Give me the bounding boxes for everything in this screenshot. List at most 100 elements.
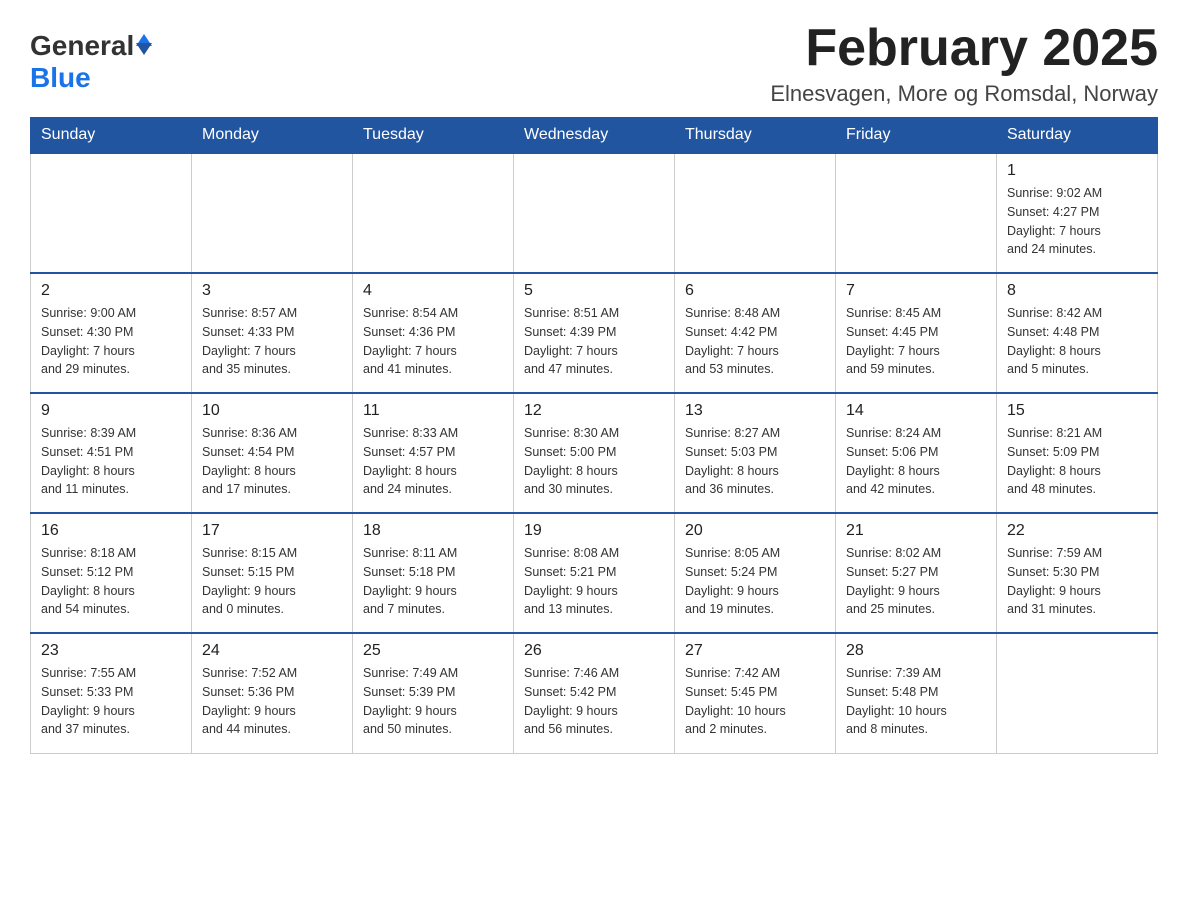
- col-thursday: Thursday: [675, 118, 836, 154]
- day-info: Sunrise: 7:39 AM Sunset: 5:48 PM Dayligh…: [846, 664, 986, 739]
- table-row: 27 Sunrise: 7:42 AM Sunset: 5:45 PM Dayli…: [675, 633, 836, 753]
- day-number: 6: [685, 282, 825, 300]
- week-row-2: 9 Sunrise: 8:39 AM Sunset: 4:51 PM Daylig…: [31, 393, 1158, 513]
- day-number: 2: [41, 282, 181, 300]
- table-row: [514, 153, 675, 273]
- day-info: Sunrise: 8:48 AM Sunset: 4:42 PM Dayligh…: [685, 304, 825, 379]
- table-row: [836, 153, 997, 273]
- day-number: 23: [41, 642, 181, 660]
- table-row: 11 Sunrise: 8:33 AM Sunset: 4:57 PM Dayli…: [353, 393, 514, 513]
- day-info: Sunrise: 9:02 AM Sunset: 4:27 PM Dayligh…: [1007, 184, 1147, 259]
- day-number: 3: [202, 282, 342, 300]
- table-row: 10Sunrise: 8:36 AM Sunset: 4:54 PM Dayli…: [192, 393, 353, 513]
- day-number: 18: [363, 522, 503, 540]
- table-row: 12Sunrise: 8:30 AM Sunset: 5:00 PM Dayli…: [514, 393, 675, 513]
- day-number: 16: [41, 522, 181, 540]
- day-number: 21: [846, 522, 986, 540]
- table-row: 2 Sunrise: 9:00 AM Sunset: 4:30 PM Daylig…: [31, 273, 192, 393]
- day-info: Sunrise: 8:54 AM Sunset: 4:36 PM Dayligh…: [363, 304, 503, 379]
- header: General Blue February 2025 Elnesvagen, M…: [30, 20, 1158, 107]
- table-row: 14 Sunrise: 8:24 AM Sunset: 5:06 PM Dayli…: [836, 393, 997, 513]
- day-number: 22: [1007, 522, 1147, 540]
- col-monday: Monday: [192, 118, 353, 154]
- table-row: [675, 153, 836, 273]
- day-info: Sunrise: 8:51 AM Sunset: 4:39 PM Dayligh…: [524, 304, 664, 379]
- week-row-1: 2 Sunrise: 9:00 AM Sunset: 4:30 PM Daylig…: [31, 273, 1158, 393]
- logo-general-text: General: [30, 30, 134, 62]
- table-row: 23 Sunrise: 7:55 AM Sunset: 5:33 PM Dayli…: [31, 633, 192, 753]
- location-title: Elnesvagen, More og Romsdal, Norway: [770, 81, 1158, 107]
- day-info: Sunrise: 8:18 AM Sunset: 5:12 PM Dayligh…: [41, 544, 181, 619]
- table-row: 1Sunrise: 9:02 AM Sunset: 4:27 PM Daylig…: [997, 153, 1158, 273]
- table-row: 25 Sunrise: 7:49 AM Sunset: 5:39 PM Dayli…: [353, 633, 514, 753]
- day-info: Sunrise: 7:49 AM Sunset: 5:39 PM Dayligh…: [363, 664, 503, 739]
- day-info: Sunrise: 9:00 AM Sunset: 4:30 PM Dayligh…: [41, 304, 181, 379]
- logo-icon: [136, 34, 152, 55]
- arrow-down-icon: [136, 43, 152, 55]
- day-info: Sunrise: 8:02 AM Sunset: 5:27 PM Dayligh…: [846, 544, 986, 619]
- day-number: 5: [524, 282, 664, 300]
- day-info: Sunrise: 8:21 AM Sunset: 5:09 PM Dayligh…: [1007, 424, 1147, 499]
- day-number: 4: [363, 282, 503, 300]
- table-row: 7 Sunrise: 8:45 AM Sunset: 4:45 PM Daylig…: [836, 273, 997, 393]
- day-info: Sunrise: 8:05 AM Sunset: 5:24 PM Dayligh…: [685, 544, 825, 619]
- day-number: 14: [846, 402, 986, 420]
- table-row: 17 Sunrise: 8:15 AM Sunset: 5:15 PM Dayli…: [192, 513, 353, 633]
- day-info: Sunrise: 8:24 AM Sunset: 5:06 PM Dayligh…: [846, 424, 986, 499]
- table-row: 26 Sunrise: 7:46 AM Sunset: 5:42 PM Dayli…: [514, 633, 675, 753]
- table-row: 24Sunrise: 7:52 AM Sunset: 5:36 PM Dayli…: [192, 633, 353, 753]
- day-number: 15: [1007, 402, 1147, 420]
- table-row: [192, 153, 353, 273]
- day-number: 17: [202, 522, 342, 540]
- day-number: 28: [846, 642, 986, 660]
- day-number: 13: [685, 402, 825, 420]
- day-info: Sunrise: 8:33 AM Sunset: 4:57 PM Dayligh…: [363, 424, 503, 499]
- table-row: 3 Sunrise: 8:57 AM Sunset: 4:33 PM Daylig…: [192, 273, 353, 393]
- col-sunday: Sunday: [31, 118, 192, 154]
- day-number: 25: [363, 642, 503, 660]
- week-row-0: 1Sunrise: 9:02 AM Sunset: 4:27 PM Daylig…: [31, 153, 1158, 273]
- day-number: 9: [41, 402, 181, 420]
- table-row: 16 Sunrise: 8:18 AM Sunset: 5:12 PM Dayli…: [31, 513, 192, 633]
- table-row: 28 Sunrise: 7:39 AM Sunset: 5:48 PM Dayli…: [836, 633, 997, 753]
- table-row: 21 Sunrise: 8:02 AM Sunset: 5:27 PM Dayli…: [836, 513, 997, 633]
- day-number: 11: [363, 402, 503, 420]
- logo-blue-text: Blue: [30, 62, 91, 93]
- table-row: [31, 153, 192, 273]
- day-info: Sunrise: 8:27 AM Sunset: 5:03 PM Dayligh…: [685, 424, 825, 499]
- day-number: 10: [202, 402, 342, 420]
- col-friday: Friday: [836, 118, 997, 154]
- week-row-3: 16 Sunrise: 8:18 AM Sunset: 5:12 PM Dayli…: [31, 513, 1158, 633]
- day-info: Sunrise: 8:42 AM Sunset: 4:48 PM Dayligh…: [1007, 304, 1147, 379]
- day-number: 26: [524, 642, 664, 660]
- day-info: Sunrise: 8:08 AM Sunset: 5:21 PM Dayligh…: [524, 544, 664, 619]
- month-title: February 2025: [770, 20, 1158, 77]
- table-row: 5 Sunrise: 8:51 AM Sunset: 4:39 PM Daylig…: [514, 273, 675, 393]
- table-row: 4 Sunrise: 8:54 AM Sunset: 4:36 PM Daylig…: [353, 273, 514, 393]
- table-row: 8 Sunrise: 8:42 AM Sunset: 4:48 PM Daylig…: [997, 273, 1158, 393]
- day-info: Sunrise: 8:45 AM Sunset: 4:45 PM Dayligh…: [846, 304, 986, 379]
- day-info: Sunrise: 7:42 AM Sunset: 5:45 PM Dayligh…: [685, 664, 825, 739]
- day-info: Sunrise: 8:15 AM Sunset: 5:15 PM Dayligh…: [202, 544, 342, 619]
- calendar-table: Sunday Monday Tuesday Wednesday Thursday…: [30, 117, 1158, 754]
- table-row: 13 Sunrise: 8:27 AM Sunset: 5:03 PM Dayli…: [675, 393, 836, 513]
- table-row: 19Sunrise: 8:08 AM Sunset: 5:21 PM Dayli…: [514, 513, 675, 633]
- day-info: Sunrise: 7:59 AM Sunset: 5:30 PM Dayligh…: [1007, 544, 1147, 619]
- day-info: Sunrise: 8:57 AM Sunset: 4:33 PM Dayligh…: [202, 304, 342, 379]
- table-row: 9 Sunrise: 8:39 AM Sunset: 4:51 PM Daylig…: [31, 393, 192, 513]
- col-tuesday: Tuesday: [353, 118, 514, 154]
- day-info: Sunrise: 8:39 AM Sunset: 4:51 PM Dayligh…: [41, 424, 181, 499]
- day-number: 7: [846, 282, 986, 300]
- logo: General Blue: [30, 30, 152, 94]
- day-number: 8: [1007, 282, 1147, 300]
- table-row: 22 Sunrise: 7:59 AM Sunset: 5:30 PM Dayli…: [997, 513, 1158, 633]
- col-saturday: Saturday: [997, 118, 1158, 154]
- day-info: Sunrise: 7:46 AM Sunset: 5:42 PM Dayligh…: [524, 664, 664, 739]
- week-row-4: 23 Sunrise: 7:55 AM Sunset: 5:33 PM Dayli…: [31, 633, 1158, 753]
- day-number: 27: [685, 642, 825, 660]
- day-number: 20: [685, 522, 825, 540]
- table-row: 15 Sunrise: 8:21 AM Sunset: 5:09 PM Dayli…: [997, 393, 1158, 513]
- day-info: Sunrise: 7:55 AM Sunset: 5:33 PM Dayligh…: [41, 664, 181, 739]
- day-number: 24: [202, 642, 342, 660]
- days-of-week-row: Sunday Monday Tuesday Wednesday Thursday…: [31, 118, 1158, 154]
